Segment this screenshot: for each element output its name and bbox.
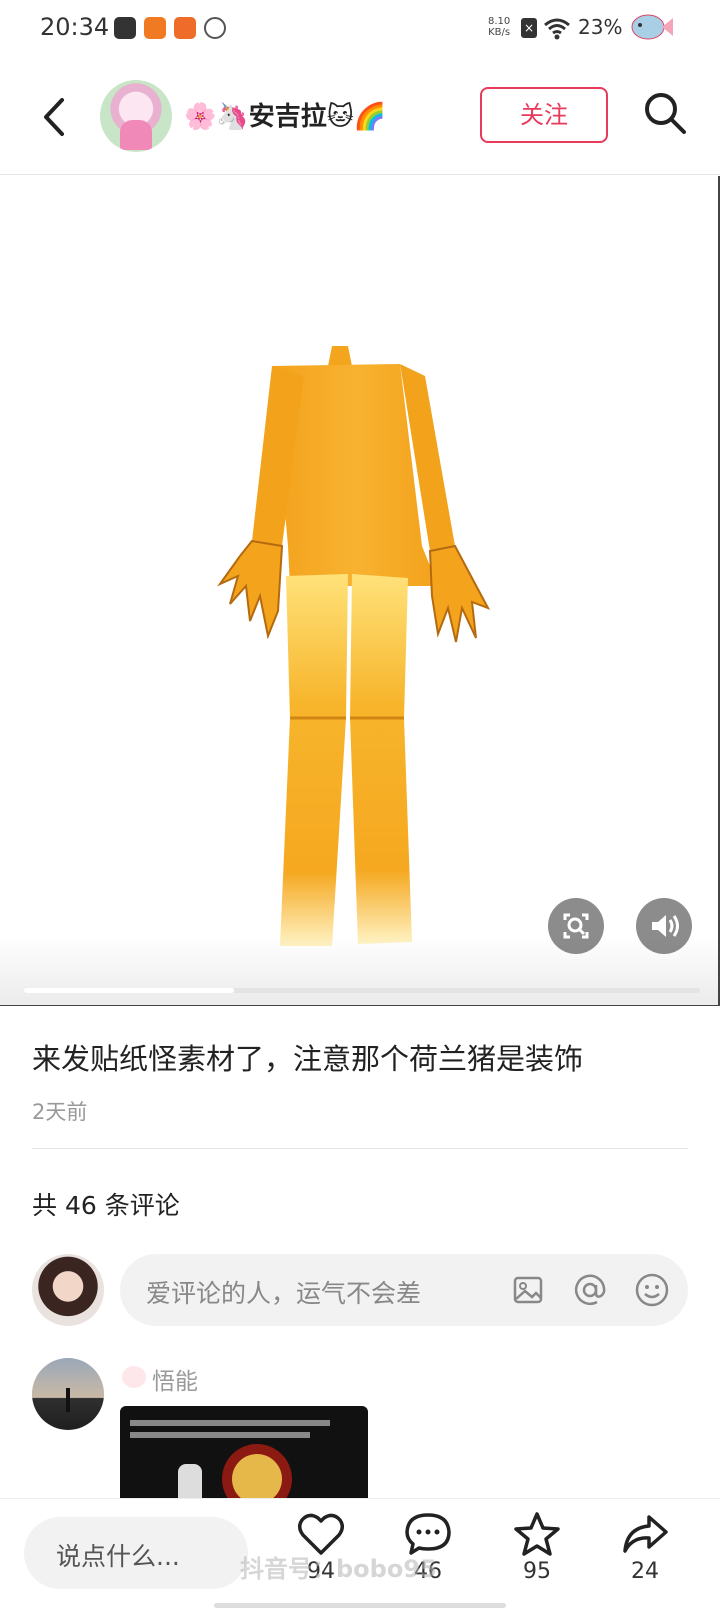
at-icon[interactable] [572,1272,608,1308]
comment-image-emoji [232,1454,282,1504]
share-icon [623,1515,668,1553]
media-progress-indicator[interactable] [24,988,700,993]
comment-input[interactable]: 爱评论的人，运气不会差 [120,1254,688,1326]
sim-x-icon: × [521,18,537,38]
media-progress-fill [24,988,234,993]
app-icon-orange [144,17,166,39]
home-indicator[interactable] [214,1603,506,1608]
favorite-count: 95 [523,1559,551,1584]
post-time: 2天前 [32,1100,88,1124]
status-bar: 20:34 8.10 KB/s × 23% [0,0,720,58]
search-icon[interactable] [640,88,690,138]
share-count: 24 [631,1559,659,1584]
author-avatar[interactable] [100,80,172,152]
divider [32,1148,688,1149]
battery-text: 23% [578,15,623,39]
emoji-icon[interactable] [634,1272,670,1308]
follow-button[interactable]: 关注 [480,87,608,143]
comment-author-avatar[interactable] [32,1358,104,1430]
post-caption: 来发贴纸怪素材了，注意那个荷兰猪是装饰 [32,1042,584,1076]
quick-comment-placeholder: 说点什么... [56,1542,180,1571]
net-speed-unit: KB/s [488,27,511,38]
app-icon-orange-2 [174,17,196,39]
app-icon-dark [114,17,136,39]
wifi-icon [544,18,570,40]
comment-author-name[interactable]: 悟能 [152,1362,198,1396]
app-icon-link [204,17,226,39]
comment-image[interactable] [120,1406,368,1512]
share-button[interactable]: 24 [610,1511,680,1584]
star-icon [514,1512,560,1556]
status-app-icons [114,17,226,39]
profile-header: 🌸🦄安吉拉🐱🌈 关注 [0,60,720,175]
post-media[interactable] [0,176,720,1006]
back-icon[interactable] [36,92,76,142]
watermark: 抖音号：bobo95 [240,1555,437,1583]
net-speed-value: 8.10 [488,16,511,27]
fish-icon [631,14,673,40]
net-speed: 8.10 KB/s [488,16,510,38]
bottom-action-bar: 说点什么... 94 46 95 24 抖音号：bobo95 [0,1498,720,1612]
sticker-figure-image [217,346,491,946]
media-bottom-shade [0,935,718,1005]
comment-input-placeholder: 爱评论的人，运气不会差 [146,1279,422,1308]
current-user-avatar [32,1254,104,1326]
author-name[interactable]: 🌸🦄安吉拉🐱🌈 [184,96,386,133]
comment-image-text-blur [130,1414,350,1444]
author-badge-icon [122,1366,146,1388]
quick-comment-input[interactable]: 说点什么... [24,1517,248,1589]
image-icon[interactable] [510,1272,546,1308]
favorite-button[interactable]: 95 [502,1511,572,1584]
status-time: 20:34 [40,13,110,41]
comment-count-label: 共 46 条评论 [32,1191,180,1220]
